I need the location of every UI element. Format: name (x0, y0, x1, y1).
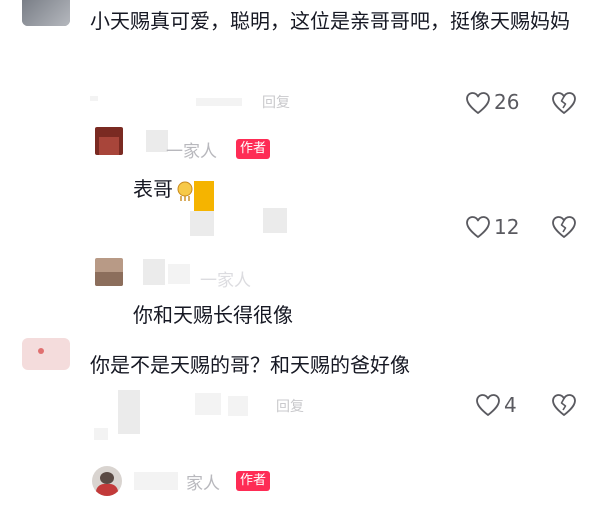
blurred-meta (90, 96, 98, 101)
heart-outline-icon[interactable] (465, 215, 491, 239)
avatar[interactable] (22, 0, 70, 26)
blurred-meta (94, 428, 108, 440)
like-count: 4 (504, 393, 517, 417)
heart-outline-icon[interactable] (475, 393, 501, 417)
blurred-name (143, 259, 165, 285)
like-count: 26 (494, 90, 520, 114)
comment-text: 小天赐真可爱，聪明，这位是亲哥哥吧，挺像天赐妈妈 (90, 9, 570, 33)
broken-heart-icon[interactable] (551, 215, 577, 239)
comment-text: 你和天赐长得很像 (133, 303, 293, 327)
avatar[interactable] (22, 338, 70, 370)
comment-text: 你是不是天赐的哥？和天赐的爸好像 (90, 353, 410, 377)
blurred-meta (228, 396, 248, 416)
blurred-image (194, 181, 214, 211)
like-count: 12 (494, 215, 520, 239)
blurred-name (134, 472, 178, 490)
avatar[interactable] (95, 127, 123, 155)
blurred-meta (195, 393, 221, 415)
author-badge: 作者 (236, 471, 271, 491)
blurred-meta (196, 98, 242, 106)
emoji-icon (176, 180, 194, 202)
comment-text: 表哥 (133, 177, 173, 201)
reply-link[interactable]: 回复 (276, 396, 304, 416)
avatar[interactable] (95, 258, 123, 286)
heart-outline-icon[interactable] (465, 91, 491, 115)
reply-link[interactable]: 回复 (262, 92, 290, 112)
avatar[interactable] (92, 466, 122, 496)
blurred-name (146, 130, 168, 152)
blurred-name (168, 264, 190, 284)
author-name[interactable]: 家人 (186, 469, 220, 494)
author-badge: 作者 (236, 139, 271, 159)
blurred-meta (263, 208, 287, 233)
broken-heart-icon[interactable] (551, 91, 577, 115)
author-name[interactable]: 一家人 (166, 137, 217, 162)
blurred-meta (190, 211, 214, 236)
author-name[interactable]: 一家人 (200, 266, 251, 291)
broken-heart-icon[interactable] (551, 393, 577, 417)
blurred-meta (118, 390, 140, 434)
